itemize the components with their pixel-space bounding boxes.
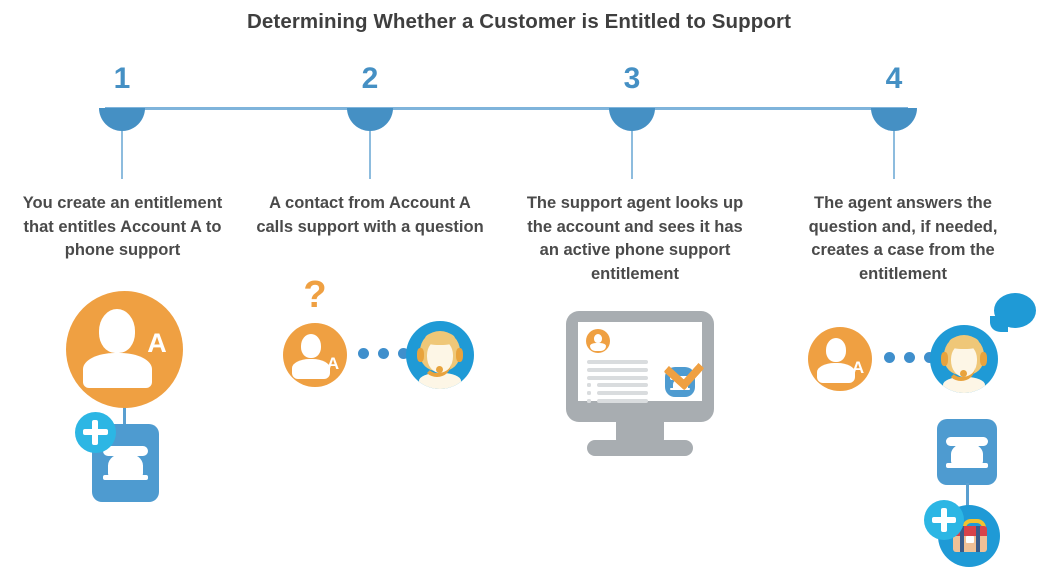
record-text-line: [597, 391, 648, 395]
account-letter-label: A: [147, 328, 167, 358]
timeline-marker-1: [99, 108, 145, 131]
phone-entitlement-icon: [937, 419, 997, 485]
step-caption-2: A contact from Account A calls support w…: [256, 194, 484, 236]
step-number-4: 4: [885, 62, 903, 95]
plus-badge-bar-v: [92, 420, 98, 445]
account-avatar-icon: A: [66, 291, 183, 408]
dots-icon: [884, 352, 935, 363]
page-title: Determining Whether a Customer is Entitl…: [246, 10, 792, 33]
timeline-marker-3: [609, 108, 655, 131]
timeline-stem-2: [369, 131, 371, 179]
plus-badge-bar-v: [941, 508, 947, 532]
support-agent-icon: [930, 325, 998, 393]
record-bullet: [587, 399, 591, 403]
speech-bubble-tail: [990, 316, 1008, 332]
record-text-line: [597, 383, 648, 387]
account-letter-label: A: [326, 354, 340, 373]
timeline-stem-3: [631, 131, 633, 179]
account-avatar-icon: A: [808, 327, 872, 391]
dots-icon: [358, 348, 409, 359]
question-mark-icon: ?: [303, 274, 327, 316]
step-number-1: 1: [113, 62, 131, 95]
support-agent-icon: [406, 321, 474, 389]
monitor-screen: [578, 322, 702, 403]
step-caption-1: You create an entitlement that entitles …: [22, 194, 223, 259]
step-caption-4: The agent answers the question and, if n…: [808, 194, 998, 283]
monitor-base: [587, 440, 693, 456]
account-avatar-icon: A: [283, 323, 347, 387]
checkmark-icon: [670, 355, 690, 377]
account-record-avatar-icon: [586, 329, 610, 353]
timeline-rule: [105, 107, 908, 110]
timeline-stem-4: [893, 131, 895, 179]
record-text-line: [597, 399, 648, 403]
timeline-marker-2: [347, 108, 393, 131]
step-number-3: 3: [623, 62, 641, 95]
timeline-stem-1: [121, 131, 123, 179]
record-bullet: [587, 383, 591, 387]
record-bullet: [587, 391, 591, 395]
diagram-canvas: Determining Whether a Customer is Entitl…: [0, 0, 1038, 576]
account-letter-label: A: [851, 358, 865, 377]
record-text-line: [587, 376, 648, 380]
timeline-marker-4: [871, 108, 917, 131]
record-text-line: [587, 368, 648, 372]
step-caption-3: The support agent looks up the account a…: [526, 194, 744, 283]
record-text-line: [587, 360, 648, 364]
step-number-2: 2: [361, 62, 379, 95]
